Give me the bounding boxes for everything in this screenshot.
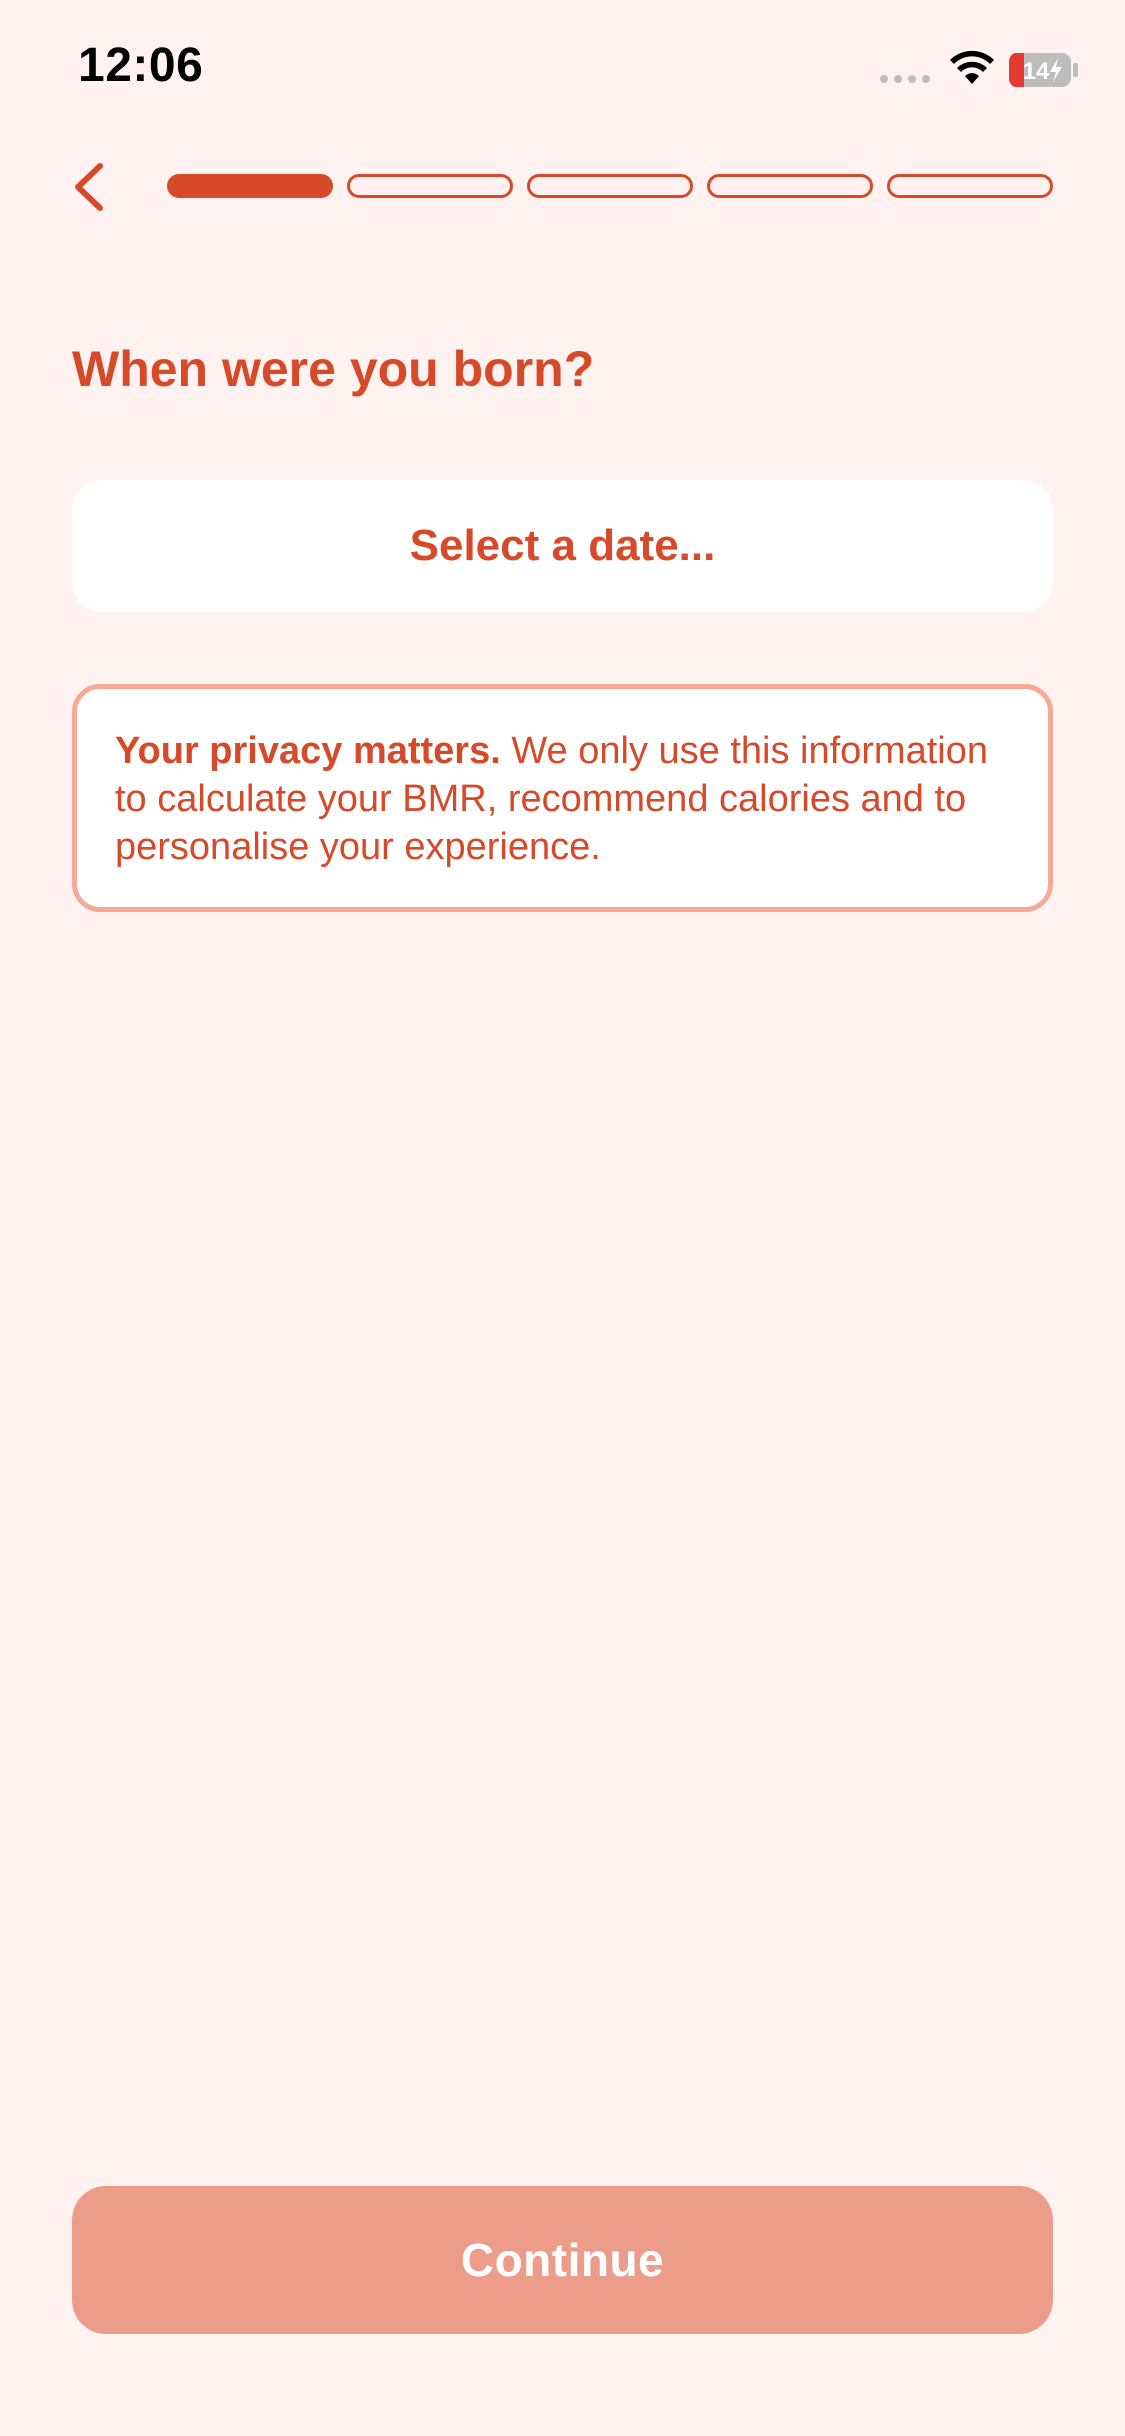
progress-step-5: [887, 174, 1053, 198]
progress-step-4: [707, 174, 873, 198]
continue-button[interactable]: Continue: [72, 2186, 1053, 2334]
cellular-signal-icon: [880, 75, 930, 83]
progress-indicator: [167, 174, 1053, 198]
status-bar: 12:06 14: [0, 0, 1125, 140]
progress-step-2: [347, 174, 513, 198]
page-title: When were you born?: [72, 341, 595, 397]
date-picker-field[interactable]: Select a date...: [72, 480, 1053, 612]
battery-charging-icon: 14: [1009, 53, 1078, 87]
status-time: 12:06: [78, 39, 204, 92]
progress-step-1: [167, 174, 333, 198]
wifi-icon: [950, 50, 994, 84]
battery-level: 14: [1023, 58, 1050, 85]
back-button[interactable]: [58, 152, 118, 222]
progress-step-3: [527, 174, 693, 198]
privacy-heading: Your privacy matters.: [115, 730, 501, 772]
chevron-left-icon: [75, 163, 103, 211]
privacy-notice: Your privacy matters. We only use this i…: [72, 684, 1053, 912]
